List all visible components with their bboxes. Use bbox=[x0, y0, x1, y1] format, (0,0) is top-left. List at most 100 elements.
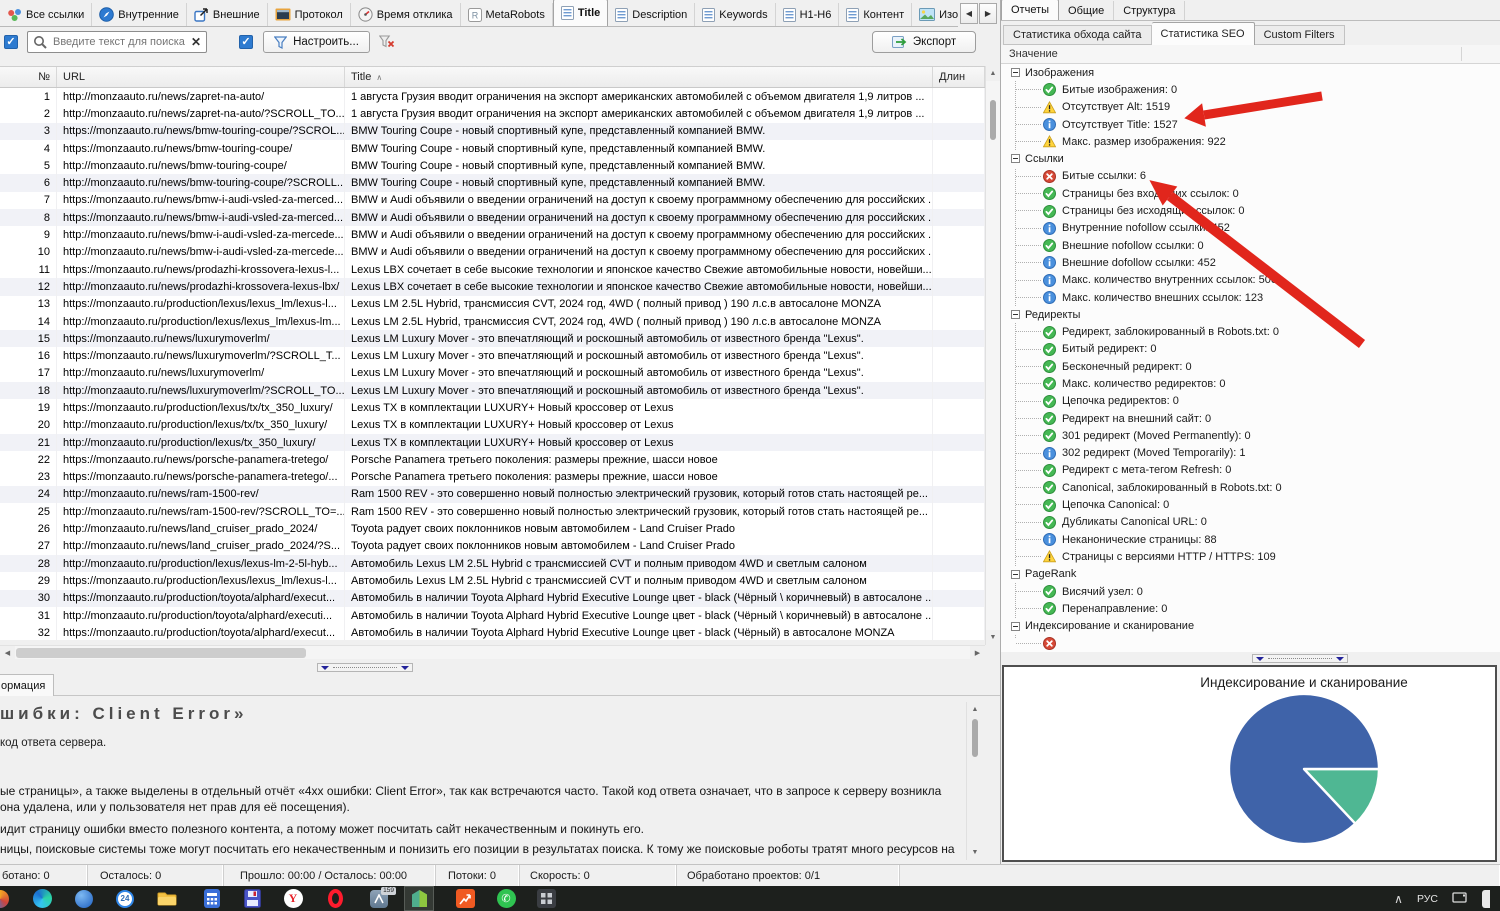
table-row[interactable]: 2http://monzaauto.ru/news/zapret-na-auto… bbox=[0, 105, 985, 122]
scroll-right-icon[interactable]: ▶ bbox=[970, 646, 985, 660]
tab-description[interactable]: Description bbox=[608, 3, 695, 26]
taskbar-chart-app-icon[interactable] bbox=[454, 888, 476, 909]
taskbar-yandex-browser-icon[interactable]: Y bbox=[282, 888, 304, 909]
collapse-minus-icon[interactable] bbox=[1011, 622, 1020, 631]
taskbar-floppy-app-icon[interactable] bbox=[241, 888, 263, 909]
table-vertical-scrollbar[interactable]: ▲ ▼ bbox=[985, 66, 1000, 645]
tree-item[interactable]: Страницы без исходящих ссылок: 0 bbox=[1001, 202, 1500, 219]
tab-images[interactable]: Изображен bbox=[912, 3, 958, 26]
table-row[interactable]: 3https://monzaauto.ru/news/bmw-touring-c… bbox=[0, 123, 985, 140]
tree-item[interactable]: Редирект с мета-тегом Refresh: 0 bbox=[1001, 462, 1500, 479]
chart-panel-splitter[interactable] bbox=[1252, 654, 1348, 663]
tray-chevron-up-icon[interactable]: ∧ bbox=[1394, 892, 1403, 906]
tree-item[interactable]: Цепочка Canonical: 0 bbox=[1001, 496, 1500, 513]
table-row[interactable]: 7https://monzaauto.ru/news/bmw-i-audi-vs… bbox=[0, 192, 985, 209]
taskbar-calculator-icon[interactable] bbox=[201, 888, 223, 909]
tab-all-links[interactable]: Все ссылки bbox=[0, 3, 92, 26]
tab-response-time[interactable]: Время отклика bbox=[351, 3, 461, 26]
taskbar-siteanalyzer-icon[interactable] bbox=[404, 886, 434, 911]
tree-item[interactable]: Макс. количество редиректов: 0 bbox=[1001, 375, 1500, 392]
table-row[interactable]: 4https://monzaauto.ru/news/bmw-touring-c… bbox=[0, 140, 985, 157]
column-header-url[interactable]: URL bbox=[57, 67, 345, 87]
column-header-№[interactable]: № bbox=[0, 67, 57, 87]
table-row[interactable]: 13https://monzaauto.ru/production/lexus/… bbox=[0, 296, 985, 313]
scroll-left-icon[interactable]: ◀ bbox=[0, 646, 15, 660]
table-row[interactable]: 24http://monzaauto.ru/news/ram-1500-rev/… bbox=[0, 486, 985, 503]
column-header-title[interactable]: Title∧ bbox=[345, 67, 933, 87]
tree-item[interactable]: Отсутствует Alt: 1519 bbox=[1001, 99, 1500, 116]
tree-item[interactable]: Неканонические страницы: 88 bbox=[1001, 531, 1500, 548]
tree-item[interactable]: Цепочка редиректов: 0 bbox=[1001, 393, 1500, 410]
table-row[interactable]: 10http://monzaauto.ru/news/bmw-i-audi-vs… bbox=[0, 244, 985, 261]
table-row[interactable]: 1http://monzaauto.ru/news/zapret-na-auto… bbox=[0, 88, 985, 105]
table-row[interactable]: 17http://monzaauto.ru/news/luxurymoverlm… bbox=[0, 365, 985, 382]
subtab-crawl-stats[interactable]: Статистика обхода сайта bbox=[1003, 25, 1152, 45]
tree-item[interactable]: Битые изображения: 0 bbox=[1001, 81, 1500, 98]
scrollbar-thumb[interactable] bbox=[990, 100, 996, 140]
taskbar-opera-browser-icon[interactable] bbox=[324, 888, 346, 909]
collapse-minus-icon[interactable] bbox=[1011, 570, 1020, 579]
column-header-длин[interactable]: Длин bbox=[933, 67, 985, 87]
right-tab-general[interactable]: Общие bbox=[1059, 1, 1114, 20]
subtab-seo-stats[interactable]: Статистика SEO bbox=[1152, 22, 1255, 45]
scrollbar-thumb[interactable] bbox=[972, 719, 978, 757]
tree-item[interactable]: Битые ссылки: 6 bbox=[1001, 168, 1500, 185]
table-row[interactable]: 15https://monzaauto.ru/news/luxurymoverl… bbox=[0, 330, 985, 347]
tab-keywords[interactable]: Keywords bbox=[695, 3, 775, 26]
tab-h1-h6[interactable]: H1-H6 bbox=[776, 3, 840, 26]
table-row[interactable]: 6http://monzaauto.ru/news/bmw-touring-co… bbox=[0, 174, 985, 191]
tree-item[interactable]: Внешние nofollow ссылки: 0 bbox=[1001, 237, 1500, 254]
tree-item[interactable]: Страницы без входящих ссылок: 0 bbox=[1001, 185, 1500, 202]
tree-group-links[interactable]: Ссылки bbox=[1001, 150, 1500, 167]
table-row[interactable]: 19https://monzaauto.ru/production/lexus/… bbox=[0, 399, 985, 416]
table-row[interactable]: 18http://monzaauto.ru/news/luxurymoverlm… bbox=[0, 382, 985, 399]
taskbar-whatsapp-icon[interactable]: ✆ bbox=[495, 888, 517, 909]
table-row[interactable]: 31http://monzaauto.ru/production/toyota/… bbox=[0, 607, 985, 624]
tree-item[interactable]: Внешние dofollow ссылки: 452 bbox=[1001, 254, 1500, 271]
tree-item[interactable]: Перенаправление: 0 bbox=[1001, 600, 1500, 617]
table-row[interactable]: 14http://monzaauto.ru/production/lexus/l… bbox=[0, 313, 985, 330]
monitor-icon[interactable] bbox=[1452, 892, 1468, 905]
table-row[interactable]: 23https://monzaauto.ru/news/porsche-pana… bbox=[0, 469, 985, 486]
scroll-down-icon[interactable]: ▼ bbox=[967, 845, 983, 860]
right-tab-structure[interactable]: Структура bbox=[1114, 1, 1185, 20]
scroll-up-icon[interactable]: ▲ bbox=[986, 66, 1000, 81]
table-row[interactable]: 12http://monzaauto.ru/news/prodazhi-kros… bbox=[0, 278, 985, 295]
tree-item[interactable]: Canonical, заблокированный в Robots.txt:… bbox=[1001, 479, 1500, 496]
clear-filter-button[interactable] bbox=[376, 32, 398, 52]
bottom-panel-splitter[interactable] bbox=[317, 663, 413, 672]
scrollbar-thumb[interactable] bbox=[16, 648, 306, 658]
tree-item[interactable]: Дубликаты Canonical URL: 0 bbox=[1001, 514, 1500, 531]
tree-group-images[interactable]: Изображения bbox=[1001, 64, 1500, 81]
language-indicator[interactable]: РУС bbox=[1417, 893, 1438, 905]
filter-enable-checkbox[interactable]: ✓ bbox=[239, 35, 253, 49]
taskbar-clock-24-icon[interactable]: 24 bbox=[114, 888, 136, 909]
tab-external[interactable]: Внешние bbox=[187, 3, 268, 26]
tree-item[interactable]: Битый редирект: 0 bbox=[1001, 341, 1500, 358]
tab-metarobots[interactable]: RMetaRobots bbox=[461, 3, 553, 26]
tab-information[interactable]: ормация bbox=[0, 674, 54, 696]
tab-content[interactable]: Контент bbox=[839, 3, 912, 26]
taskbar-messenger-icon[interactable]: 159 bbox=[368, 888, 390, 909]
tray-partial-icon[interactable] bbox=[1482, 890, 1490, 908]
table-row[interactable]: 25http://monzaauto.ru/news/ram-1500-rev/… bbox=[0, 503, 985, 520]
tabs-scroll-left-button[interactable]: ◀ bbox=[960, 3, 978, 24]
collapse-minus-icon[interactable] bbox=[1011, 154, 1020, 163]
scroll-up-icon[interactable]: ▲ bbox=[967, 702, 983, 717]
table-row[interactable]: 20http://monzaauto.ru/production/lexus/t… bbox=[0, 417, 985, 434]
tree-item[interactable]: 302 редирект (Moved Temporarily): 1 bbox=[1001, 445, 1500, 462]
table-row[interactable]: 21http://monzaauto.ru/production/lexus/t… bbox=[0, 434, 985, 451]
configure-filter-button[interactable]: Настроить... bbox=[263, 31, 370, 53]
search-enable-checkbox[interactable]: ✓ bbox=[4, 35, 18, 49]
tree-item[interactable]: Висячий узел: 0 bbox=[1001, 583, 1500, 600]
table-row[interactable]: 30https://monzaauto.ru/production/toyota… bbox=[0, 590, 985, 607]
tree-item[interactable]: Внутренние nofollow ссылки: 452 bbox=[1001, 220, 1500, 237]
table-row[interactable]: 29https://monzaauto.ru/production/lexus/… bbox=[0, 572, 985, 589]
right-tab-reports[interactable]: Отчеты bbox=[1001, 0, 1059, 20]
tree-group-pagerank[interactable]: PageRank bbox=[1001, 566, 1500, 583]
tab-title[interactable]: Title bbox=[553, 0, 608, 26]
taskbar-partial-app-icon[interactable] bbox=[0, 888, 17, 909]
tree-item[interactable] bbox=[1001, 635, 1500, 652]
tree-item[interactable]: Макс. количество внутренних ссылок: 500 bbox=[1001, 272, 1500, 289]
table-row[interactable]: 22https://monzaauto.ru/news/porsche-pana… bbox=[0, 451, 985, 468]
